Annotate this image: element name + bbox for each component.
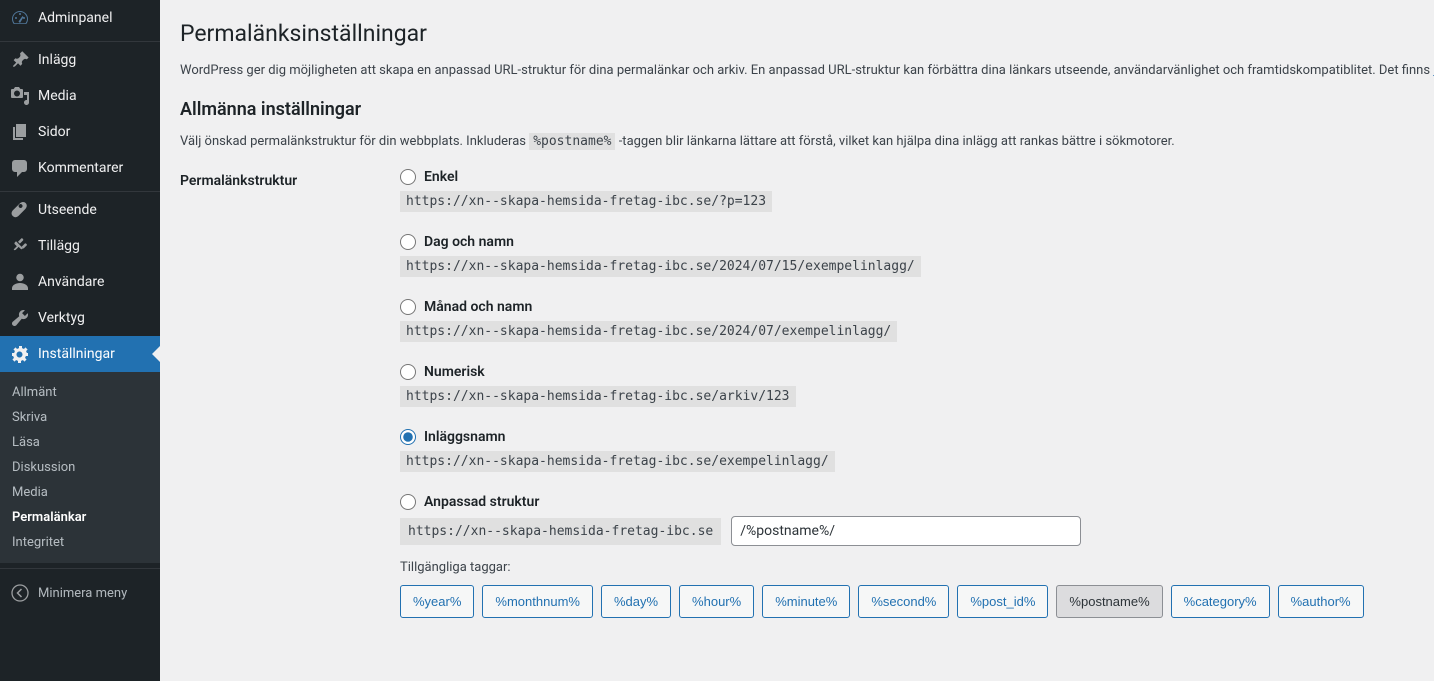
sidebar-item-appearance[interactable]: Utseende bbox=[0, 192, 160, 228]
sidebar-sub-permalinks[interactable]: Permalänkar bbox=[0, 505, 160, 530]
comments-icon bbox=[10, 158, 30, 178]
section-desc-before: Välj önskad permalänkstruktur för din we… bbox=[180, 134, 529, 149]
section-desc-after: -taggen blir länkarna lättare att förstå… bbox=[619, 134, 1175, 149]
section-desc: Välj önskad permalänkstruktur för din we… bbox=[180, 132, 1414, 152]
sidebar-sub-reading[interactable]: Läsa bbox=[0, 430, 160, 455]
radio-simple-label[interactable]: Enkel bbox=[424, 169, 458, 185]
sidebar-sub-media[interactable]: Media bbox=[0, 480, 160, 505]
radio-numeric-label[interactable]: Numerisk bbox=[424, 364, 485, 380]
url-simple: https://xn--skapa-hemsida-fretag-ibc.se/… bbox=[400, 191, 772, 212]
tag-year[interactable]: %year% bbox=[400, 585, 474, 618]
custom-structure-input[interactable] bbox=[731, 516, 1081, 546]
tag-postid[interactable]: %post_id% bbox=[957, 585, 1048, 618]
page-intro-text: WordPress ger dig möjligheten att skapa … bbox=[180, 63, 1433, 78]
pages-icon bbox=[10, 122, 30, 142]
sidebar-label: Tillägg bbox=[38, 238, 80, 254]
sidebar-item-media[interactable]: Media bbox=[0, 78, 160, 114]
tags-label: Tillgängliga taggar: bbox=[400, 560, 1414, 575]
collapse-icon bbox=[10, 583, 30, 603]
page-title: Permalänksinställningar bbox=[180, 20, 1414, 47]
sidebar-label: Sidor bbox=[38, 124, 70, 140]
tag-day[interactable]: %day% bbox=[601, 585, 671, 618]
radio-numeric[interactable] bbox=[400, 364, 416, 380]
tag-second[interactable]: %second% bbox=[858, 585, 949, 618]
sidebar-sub-discussion[interactable]: Diskussion bbox=[0, 455, 160, 480]
sidebar-label: Media bbox=[38, 88, 77, 104]
custom-base-url: https://xn--skapa-hemsida-fretag-ibc.se bbox=[400, 518, 721, 545]
tools-icon bbox=[10, 308, 30, 328]
sidebar-label: Inställningar bbox=[38, 346, 115, 362]
url-monthname: https://xn--skapa-hemsida-fretag-ibc.se/… bbox=[400, 321, 897, 342]
sidebar-item-users[interactable]: Användare bbox=[0, 264, 160, 300]
collapse-label: Minimera meny bbox=[38, 586, 127, 601]
tag-postname[interactable]: %postname% bbox=[1056, 585, 1162, 618]
collapse-menu[interactable]: Minimera meny bbox=[0, 575, 160, 611]
sidebar-item-comments[interactable]: Kommentarer bbox=[0, 150, 160, 186]
radio-custom[interactable] bbox=[400, 494, 416, 510]
sidebar-sub-writing[interactable]: Skriva bbox=[0, 405, 160, 430]
radio-postname[interactable] bbox=[400, 429, 416, 445]
sidebar-item-posts[interactable]: Inlägg bbox=[0, 42, 160, 78]
sidebar-item-plugins[interactable]: Tillägg bbox=[0, 228, 160, 264]
sidebar-item-pages[interactable]: Sidor bbox=[0, 114, 160, 150]
settings-icon bbox=[10, 344, 30, 364]
tag-minute[interactable]: %minute% bbox=[762, 585, 850, 618]
tag-category[interactable]: %category% bbox=[1171, 585, 1270, 618]
url-postname: https://xn--skapa-hemsida-fretag-ibc.se/… bbox=[400, 451, 835, 472]
sidebar-submenu: Allmänt Skriva Läsa Diskussion Media Per… bbox=[0, 372, 160, 563]
section-heading: Allmänna inställningar bbox=[180, 99, 1414, 120]
page-intro: WordPress ger dig möjligheten att skapa … bbox=[180, 61, 1414, 81]
sidebar-label: Utseende bbox=[38, 202, 97, 218]
sidebar-label: Kommentarer bbox=[38, 160, 123, 176]
user-icon bbox=[10, 272, 30, 292]
radio-monthname-label[interactable]: Månad och namn bbox=[424, 299, 532, 315]
tag-button-row: %year% %monthnum% %day% %hour% %minute% … bbox=[400, 585, 1414, 618]
sidebar-sub-general[interactable]: Allmänt bbox=[0, 380, 160, 405]
main-content: Permalänksinställningar WordPress ger di… bbox=[160, 0, 1434, 681]
pin-icon bbox=[10, 50, 30, 70]
radio-dayname[interactable] bbox=[400, 234, 416, 250]
structure-label: Permalänkstruktur bbox=[180, 169, 400, 189]
sidebar-label: Adminpanel bbox=[38, 10, 112, 26]
plugin-icon bbox=[10, 236, 30, 256]
radio-dayname-label[interactable]: Dag och namn bbox=[424, 234, 514, 250]
url-dayname: https://xn--skapa-hemsida-fretag-ibc.se/… bbox=[400, 256, 921, 277]
sidebar-sub-privacy[interactable]: Integritet bbox=[0, 530, 160, 555]
appearance-icon bbox=[10, 200, 30, 220]
sidebar-label: Verktyg bbox=[38, 310, 85, 326]
media-icon bbox=[10, 86, 30, 106]
tag-author[interactable]: %author% bbox=[1278, 585, 1364, 618]
sidebar-item-tools[interactable]: Verktyg bbox=[0, 300, 160, 336]
sidebar-label: Användare bbox=[38, 274, 104, 290]
radio-postname-label[interactable]: Inläggsnamn bbox=[424, 429, 505, 445]
radio-simple[interactable] bbox=[400, 169, 416, 185]
url-numeric: https://xn--skapa-hemsida-fretag-ibc.se/… bbox=[400, 386, 796, 407]
dashboard-icon bbox=[10, 8, 30, 28]
radio-monthname[interactable] bbox=[400, 299, 416, 315]
admin-sidebar: Adminpanel Inlägg Media Sidor Kommentare… bbox=[0, 0, 160, 681]
radio-custom-label[interactable]: Anpassad struktur bbox=[424, 494, 539, 510]
section-desc-code: %postname% bbox=[529, 133, 615, 150]
sidebar-item-settings[interactable]: Inställningar bbox=[0, 336, 160, 372]
sidebar-label: Inlägg bbox=[38, 52, 76, 68]
tag-hour[interactable]: %hour% bbox=[679, 585, 754, 618]
sidebar-item-dashboard[interactable]: Adminpanel bbox=[0, 0, 160, 36]
tag-monthnum[interactable]: %monthnum% bbox=[482, 585, 593, 618]
